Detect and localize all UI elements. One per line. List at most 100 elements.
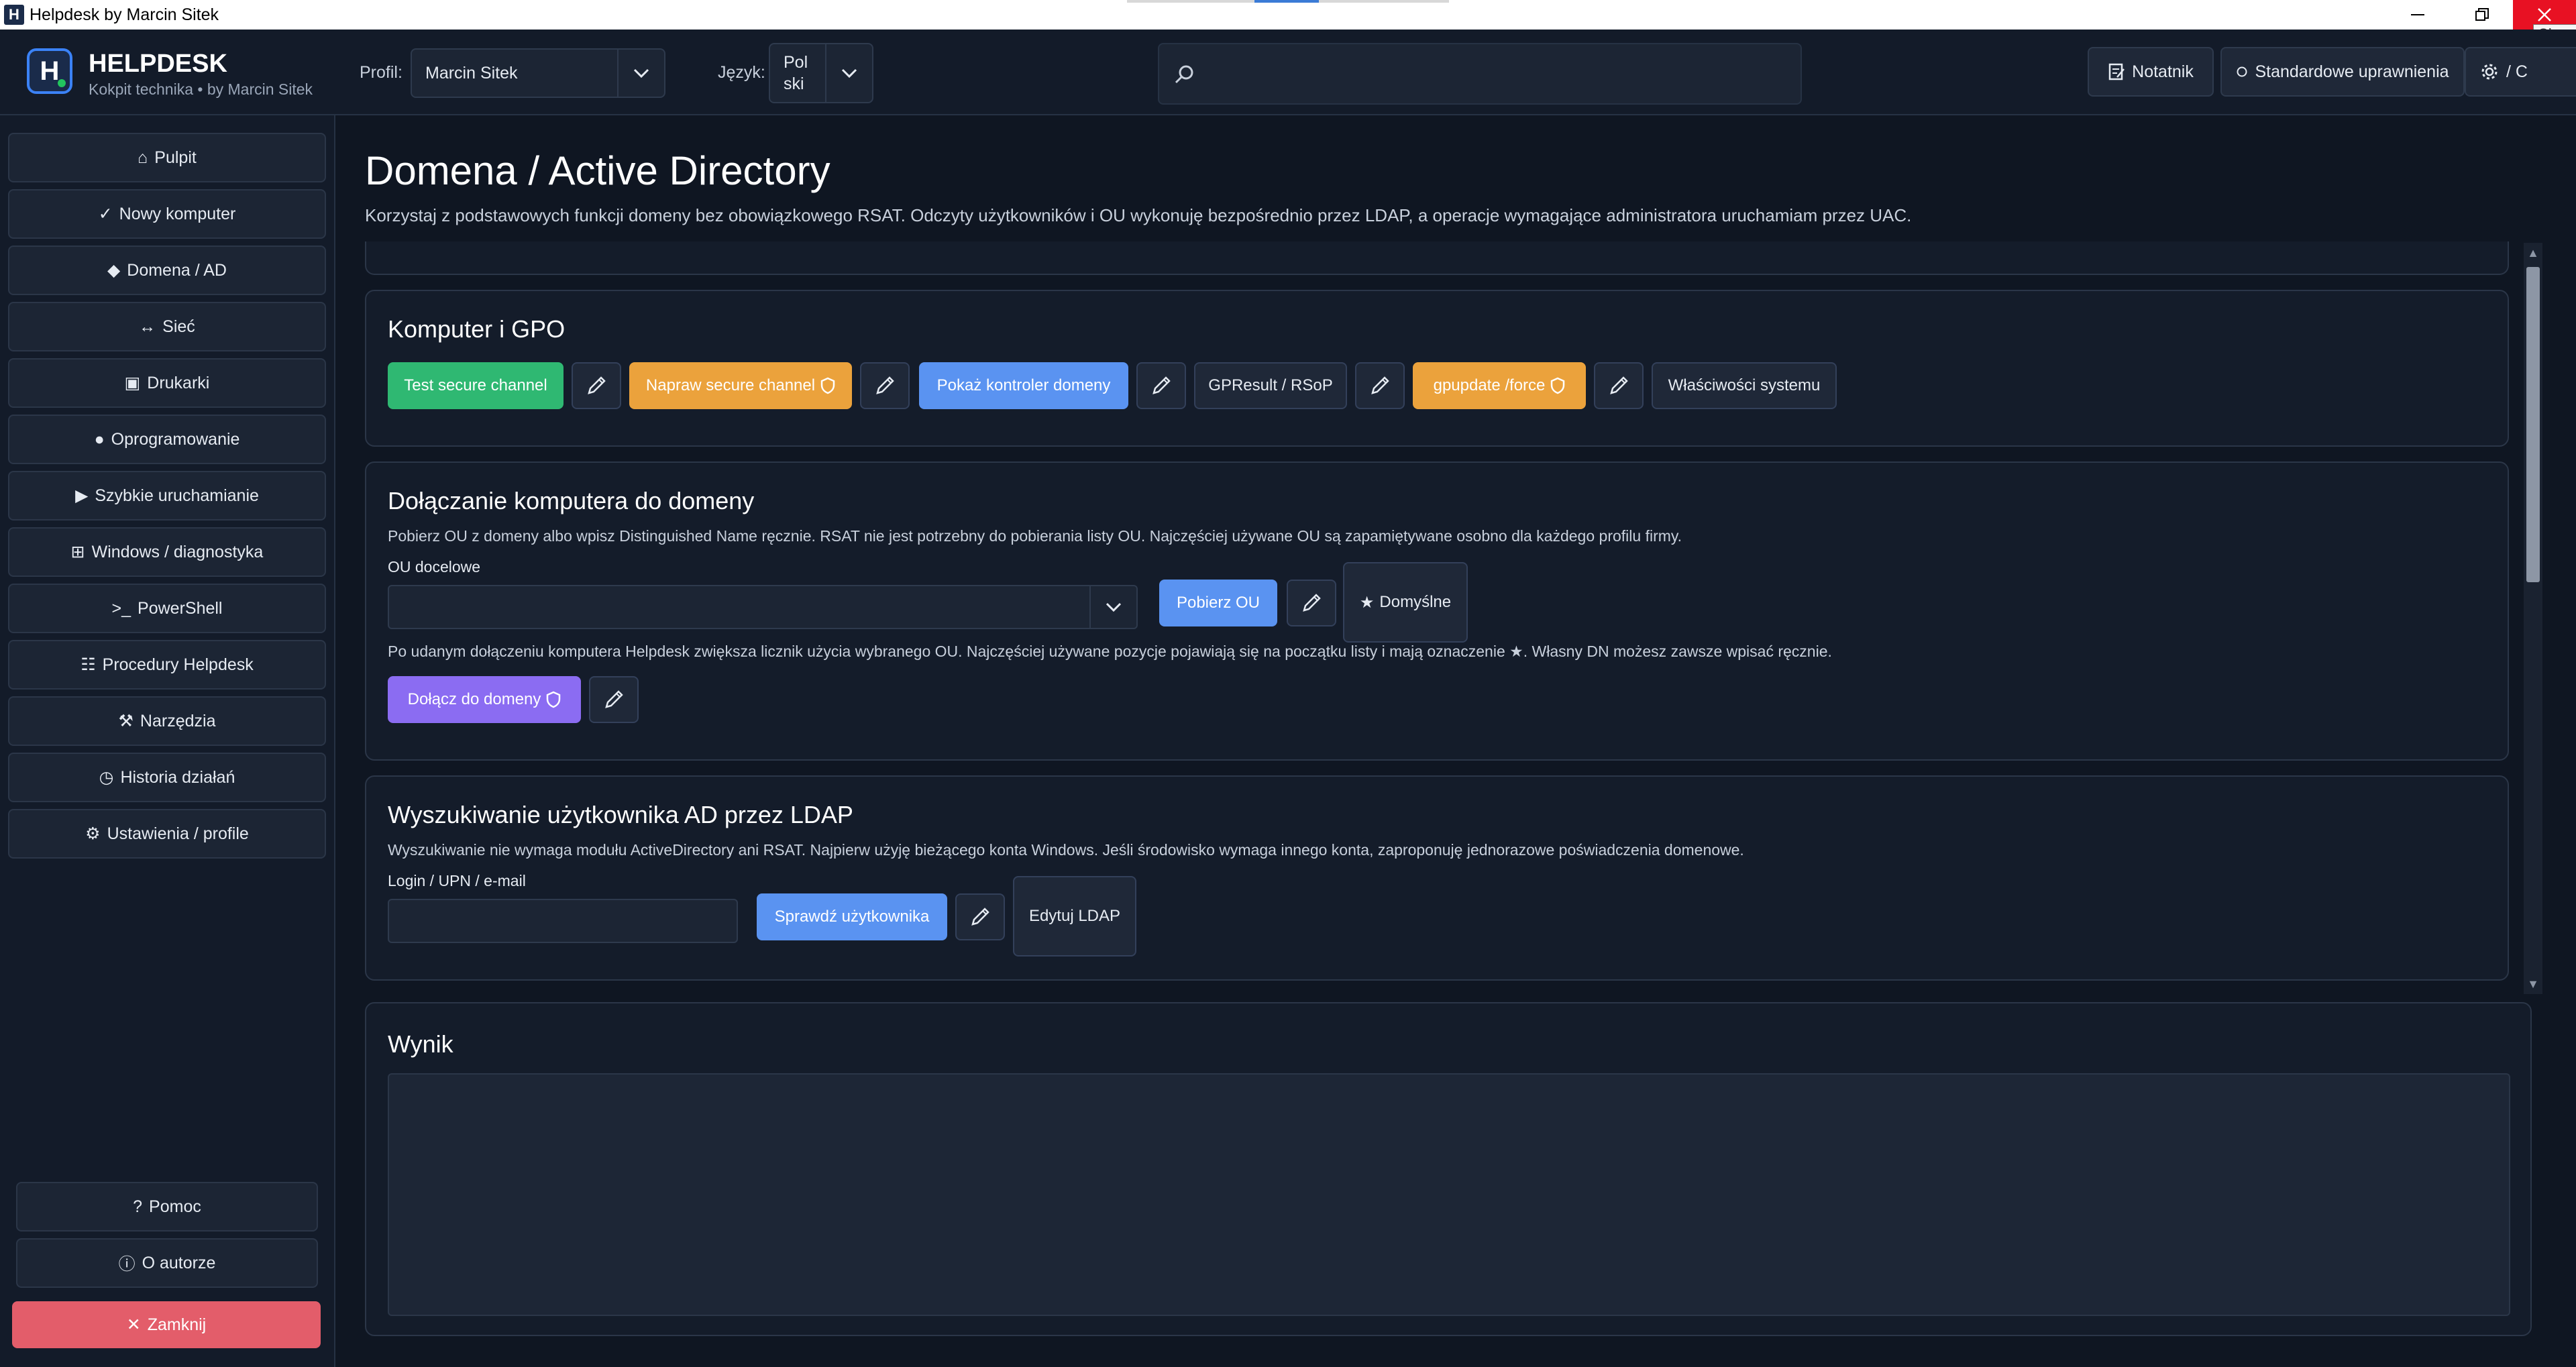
check-user-button[interactable]: Sprawdź użytkownika	[757, 893, 947, 940]
scrollbar-thumb[interactable]	[2526, 267, 2540, 582]
login-field[interactable]	[388, 899, 738, 943]
edit-button[interactable]	[1594, 362, 1644, 409]
windows-icon: ⊞	[70, 543, 85, 561]
pencil-icon	[588, 376, 606, 394]
chevron-down-icon	[1089, 586, 1136, 628]
fetch-ou-button[interactable]: Pobierz OU	[1159, 580, 1277, 626]
about-button[interactable]: ⓘ O autorze	[16, 1238, 318, 1288]
card-title: Komputer i GPO	[388, 315, 566, 343]
brand-logo-letter: H	[40, 56, 60, 86]
network-icon: ↔	[139, 317, 156, 336]
login-label: Login / UPN / e-mail	[388, 872, 526, 889]
list-icon: ☷	[80, 655, 96, 674]
sidebar-item-tools[interactable]: ⚒ Narzędzia	[8, 696, 326, 746]
exit-app-button[interactable]: ✕ Zamknij	[12, 1301, 321, 1348]
star-icon: ★	[1359, 593, 1375, 612]
sidebar-item-powershell[interactable]: >_ PowerShell	[8, 584, 326, 633]
edit-button[interactable]	[955, 893, 1005, 940]
profile-label: Profil:	[360, 63, 402, 82]
notebook-label: Notatnik	[2132, 62, 2194, 81]
sidebar-item-network[interactable]: ↔ Sieć	[8, 302, 326, 351]
permissions-label: Standardowe uprawnienia	[2255, 62, 2449, 81]
restore-button[interactable]	[2450, 0, 2514, 30]
pencil-icon	[1610, 376, 1628, 394]
ou-select[interactable]	[388, 585, 1138, 629]
sidebar-item-new-computer[interactable]: ✓ Nowy komputer	[8, 189, 326, 239]
search-input[interactable]	[1206, 44, 1796, 103]
edit-button[interactable]	[572, 362, 621, 409]
content-scrollbar[interactable]: ▲ ▼	[2524, 243, 2542, 994]
titlebar-strip-accent	[1254, 0, 1319, 3]
sidebar-item-domain-ad[interactable]: ◆ Domena / AD	[8, 245, 326, 295]
sidebar-item-pulpit[interactable]: ⌂ Pulpit	[8, 133, 326, 182]
card-description: Wyszukiwanie nie wymaga modułu ActiveDir…	[388, 841, 1744, 859]
profile-value: Marcin Sitek	[425, 63, 518, 83]
gpupdate-button[interactable]: gpupdate /force	[1413, 362, 1586, 409]
domain-join-card: Dołączanie komputera do domeny Pobierz O…	[365, 461, 2509, 761]
notebook-button[interactable]: Notatnik	[2088, 47, 2214, 97]
edit-button[interactable]	[860, 362, 910, 409]
sidebar-item-procedures[interactable]: ☷ Procedury Helpdesk	[8, 640, 326, 690]
edit-button[interactable]	[1287, 580, 1336, 626]
permissions-button[interactable]: Standardowe uprawnienia	[2220, 47, 2465, 97]
global-search[interactable]	[1158, 43, 1802, 105]
button-label: Pobierz OU	[1176, 594, 1260, 612]
card-title: Dołączanie komputera do domeny	[388, 487, 755, 514]
language-value: Pol ski	[770, 52, 825, 95]
printer-icon: ▣	[124, 374, 141, 392]
ou-input[interactable]	[389, 586, 1087, 628]
login-input[interactable]	[389, 900, 737, 942]
sidebar-item-history[interactable]: ◷ Historia działań	[8, 753, 326, 802]
result-output[interactable]	[388, 1073, 2510, 1316]
button-label: Test secure channel	[404, 376, 547, 394]
minimize-button[interactable]	[2385, 0, 2450, 30]
button-label: Napraw secure channel	[645, 376, 816, 394]
button-label: Edytuj LDAP	[1028, 907, 1121, 925]
edit-ldap-button[interactable]: Edytuj LDAP	[1013, 876, 1136, 956]
sidebar: ⌂ Pulpit ✓ Nowy komputer ◆ Domena / AD ↔…	[0, 115, 335, 1367]
exit-label: Zamknij	[147, 1315, 207, 1334]
scroll-up-icon[interactable]: ▲	[2524, 243, 2542, 263]
profile-select[interactable]: Marcin Sitek	[411, 48, 665, 98]
sidebar-item-label: Nowy komputer	[119, 204, 236, 223]
close-icon: ✕	[126, 1315, 141, 1334]
sidebar-item-windows-diagnostics[interactable]: ⊞ Windows / diagnostyka	[8, 527, 326, 577]
system-properties-button[interactable]: Właściwości systemu	[1652, 362, 1837, 409]
sidebar-item-settings[interactable]: ⚙ Ustawienia / profile	[8, 809, 326, 859]
brand-logo: H	[27, 48, 72, 94]
test-secure-channel-button[interactable]: Test secure channel	[388, 362, 564, 409]
edit-button[interactable]	[1355, 362, 1405, 409]
scroll-down-icon[interactable]: ▼	[2524, 974, 2542, 994]
sidebar-item-label: Historia działań	[120, 767, 235, 787]
help-button[interactable]: ? Pomoc	[16, 1182, 318, 1232]
shield-icon	[1551, 377, 1565, 394]
button-label: Pokaż kontroler domeny	[936, 376, 1111, 394]
restore-icon	[2475, 8, 2489, 21]
pencil-icon	[971, 908, 989, 926]
sidebar-item-printers[interactable]: ▣ Drukarki	[8, 358, 326, 408]
terminal-icon: >_	[111, 598, 131, 618]
check-icon: ✓	[98, 205, 113, 223]
shield-icon	[547, 691, 561, 708]
theme-label: / C	[2506, 62, 2528, 81]
button-label: Dołącz do domeny	[407, 690, 541, 708]
sidebar-item-label: Drukarki	[147, 373, 210, 392]
sidebar-item-software[interactable]: ● Oprogramowanie	[8, 415, 326, 464]
join-hint: Po udanym dołączeniu komputera Helpdesk …	[388, 643, 1832, 660]
edit-button[interactable]	[1136, 362, 1186, 409]
language-select[interactable]: Pol ski	[769, 43, 873, 103]
default-ou-button[interactable]: ★ Domyślne	[1343, 562, 1468, 643]
repair-secure-channel-button[interactable]: Napraw secure channel	[629, 362, 852, 409]
close-icon	[2538, 8, 2551, 21]
chevron-down-icon	[825, 44, 872, 102]
sidebar-item-label: Szybkie uruchamianie	[95, 486, 259, 505]
theme-button[interactable]: / C	[2465, 47, 2576, 97]
clock-icon: ◷	[99, 768, 114, 787]
sidebar-item-quick-launch[interactable]: ▶ Szybkie uruchamianie	[8, 471, 326, 521]
join-domain-button[interactable]: Dołącz do domeny	[388, 676, 581, 723]
show-domain-controller-button[interactable]: Pokaż kontroler domeny	[919, 362, 1128, 409]
sidebar-item-label: Oprogramowanie	[111, 429, 240, 449]
gpresult-button[interactable]: GPResult / RSoP	[1194, 362, 1347, 409]
edit-button[interactable]	[589, 676, 639, 723]
sidebar-item-label: PowerShell	[138, 598, 223, 618]
